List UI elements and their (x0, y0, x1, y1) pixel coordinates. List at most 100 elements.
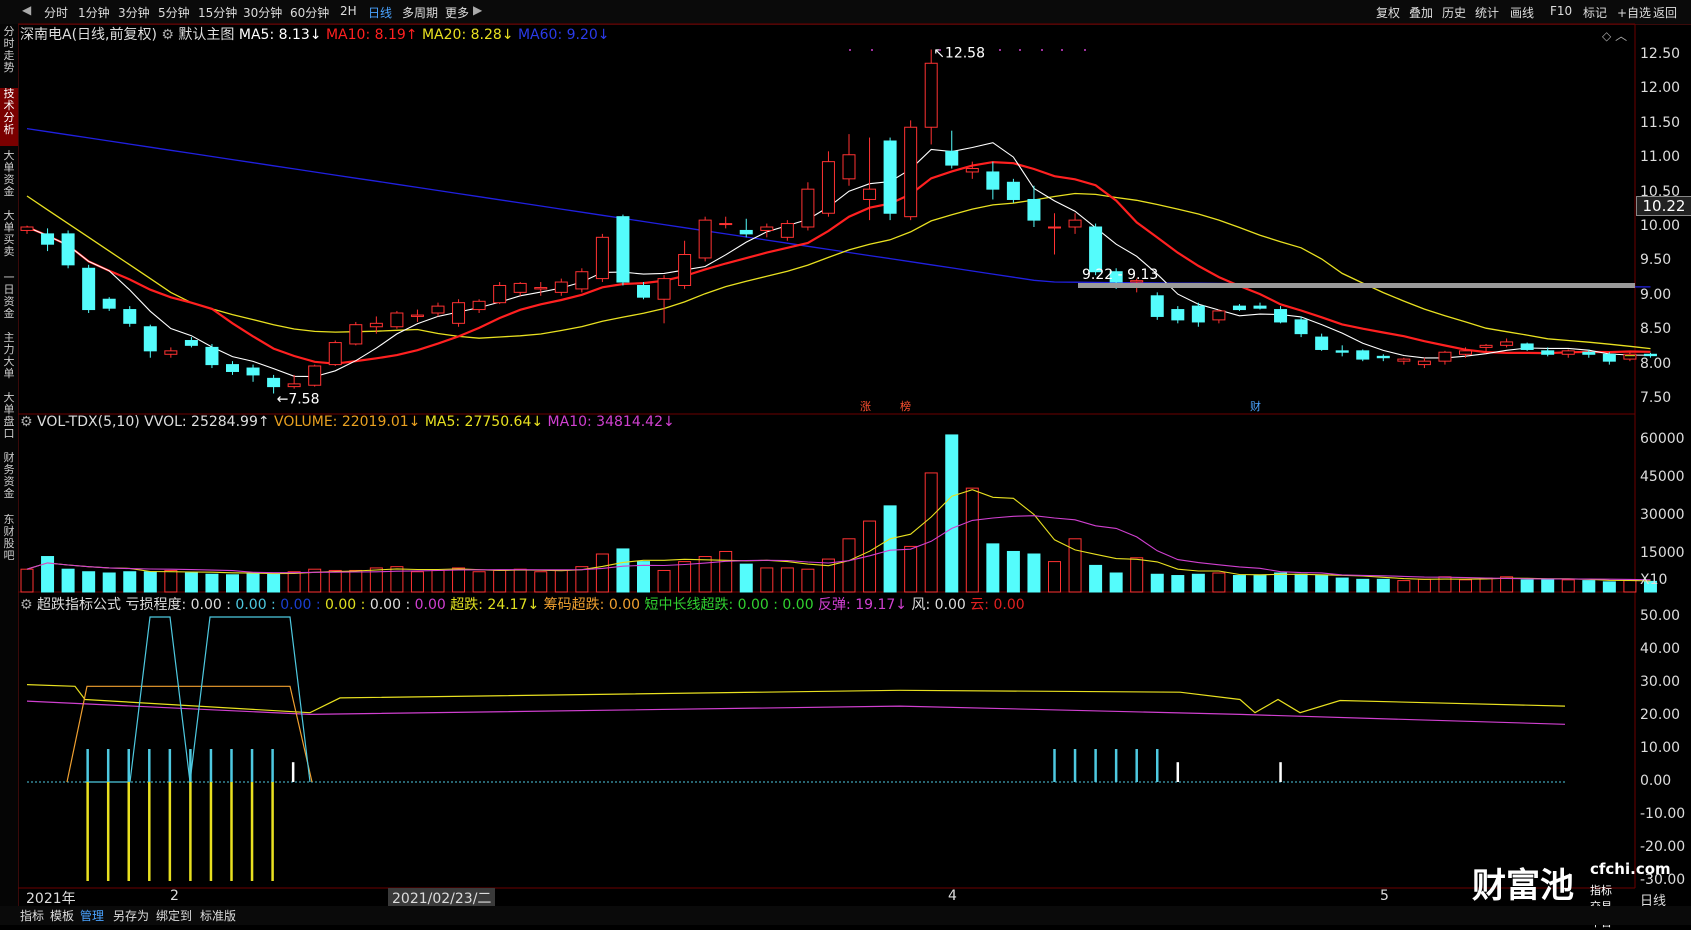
volume-bar[interactable] (1520, 579, 1534, 593)
candle[interactable] (20, 225, 34, 234)
volume-bar[interactable] (842, 538, 856, 593)
volume-bar[interactable] (1109, 572, 1123, 593)
candle[interactable] (924, 49, 938, 145)
candle[interactable] (123, 306, 137, 327)
volume-bar[interactable] (1500, 576, 1514, 593)
candle[interactable] (493, 282, 507, 305)
volume-bar[interactable] (904, 545, 918, 593)
candle[interactable] (883, 137, 897, 221)
volume-bar[interactable] (472, 571, 486, 593)
candle[interactable] (534, 282, 548, 296)
candle[interactable] (1417, 357, 1431, 369)
candle[interactable] (1232, 304, 1246, 311)
candle[interactable] (1356, 349, 1370, 362)
candle[interactable] (390, 310, 404, 329)
candle[interactable] (760, 223, 774, 238)
kline-chart-canvas[interactable]: ↖12.58 ←7.58 9.22 - 9.13 涨 榜 财 (0, 0, 1691, 925)
volume-bar[interactable] (1602, 581, 1616, 593)
bottom-tab-0[interactable]: 指标 (20, 907, 44, 924)
candle[interactable] (452, 299, 466, 327)
volume-bar[interactable] (780, 567, 794, 593)
volume-bar[interactable] (20, 568, 34, 593)
volume-bar[interactable] (821, 558, 835, 593)
candle[interactable] (1520, 342, 1534, 351)
volume-bar[interactable] (1315, 575, 1329, 593)
volume-bar[interactable] (1541, 578, 1555, 593)
volume-bar[interactable] (143, 571, 157, 593)
candle[interactable] (575, 268, 589, 293)
volume-bar[interactable] (513, 568, 527, 593)
volume-bar[interactable] (431, 569, 445, 593)
volume-bar[interactable] (1294, 573, 1308, 593)
candle[interactable] (61, 230, 75, 269)
candle[interactable] (472, 299, 486, 313)
volume-bar[interactable] (493, 569, 507, 593)
candle[interactable] (328, 340, 342, 366)
candle[interactable] (842, 134, 856, 186)
candle[interactable] (821, 151, 835, 217)
volume-bar[interactable] (1048, 561, 1061, 593)
volume-bar[interactable] (1623, 580, 1637, 593)
candle[interactable] (41, 228, 55, 252)
candle[interactable] (780, 220, 794, 241)
candle[interactable] (1068, 213, 1082, 234)
volume-bar[interactable] (267, 572, 281, 593)
volume-bar[interactable] (1191, 573, 1205, 593)
volume-bar[interactable] (1459, 579, 1472, 593)
volume-bar[interactable] (41, 556, 55, 593)
candle[interactable] (1294, 316, 1308, 338)
volume-bar[interactable] (1089, 564, 1103, 593)
candle[interactable] (1376, 354, 1390, 362)
candle[interactable] (349, 321, 363, 346)
volume-bar[interactable] (1376, 578, 1390, 593)
volume-bar[interactable] (410, 571, 424, 593)
candle[interactable] (205, 343, 219, 369)
candle[interactable] (102, 297, 116, 311)
volume-bar[interactable] (924, 472, 938, 593)
candle[interactable] (1171, 306, 1185, 324)
volume-bar[interactable] (575, 566, 589, 593)
bottom-tab-3[interactable]: 另存为 (113, 907, 149, 924)
volume-bar[interactable] (883, 505, 897, 593)
volume-bar[interactable] (1232, 575, 1246, 593)
volume-bar[interactable] (1130, 557, 1144, 593)
candle[interactable] (637, 282, 650, 300)
volume-bar[interactable] (1006, 550, 1020, 593)
volume-bar[interactable] (698, 556, 712, 593)
candle[interactable] (986, 161, 1000, 200)
volume-bar[interactable] (328, 569, 342, 593)
volume-bar[interactable] (1417, 578, 1431, 593)
candle[interactable] (801, 182, 815, 231)
candle[interactable] (1438, 350, 1452, 365)
volume-bar[interactable] (226, 574, 239, 593)
volume-bar[interactable] (1479, 577, 1493, 593)
volume-bar[interactable] (349, 569, 363, 593)
volume-bar[interactable] (534, 571, 548, 593)
candle[interactable] (904, 120, 918, 221)
candle[interactable] (945, 130, 959, 169)
bottom-tab-2[interactable]: 管理 (80, 907, 104, 924)
volume-bar[interactable] (287, 571, 301, 593)
candle[interactable] (719, 216, 733, 229)
event-marker[interactable]: 财 (1250, 399, 1261, 413)
candle[interactable] (1027, 185, 1041, 227)
candle[interactable] (616, 214, 630, 286)
candle[interactable] (1212, 309, 1226, 324)
candle[interactable] (678, 240, 692, 289)
volume-bar[interactable] (61, 568, 75, 593)
volume-bar[interactable] (1068, 538, 1082, 593)
bottom-tab-5[interactable]: 标准版 (200, 907, 236, 924)
volume-bar[interactable] (616, 548, 630, 593)
candle[interactable] (410, 309, 424, 322)
candle[interactable] (246, 364, 260, 382)
candle[interactable] (143, 324, 157, 358)
volume-bar[interactable] (246, 572, 260, 593)
candle[interactable] (1274, 306, 1288, 324)
volume-bar[interactable] (1274, 572, 1288, 593)
candle[interactable] (1191, 302, 1205, 327)
volume-bar[interactable] (945, 434, 959, 593)
volume-bar[interactable] (1253, 575, 1267, 593)
volume-bar[interactable] (452, 567, 466, 593)
volume-bar[interactable] (1356, 578, 1370, 593)
candle[interactable] (1397, 357, 1411, 365)
